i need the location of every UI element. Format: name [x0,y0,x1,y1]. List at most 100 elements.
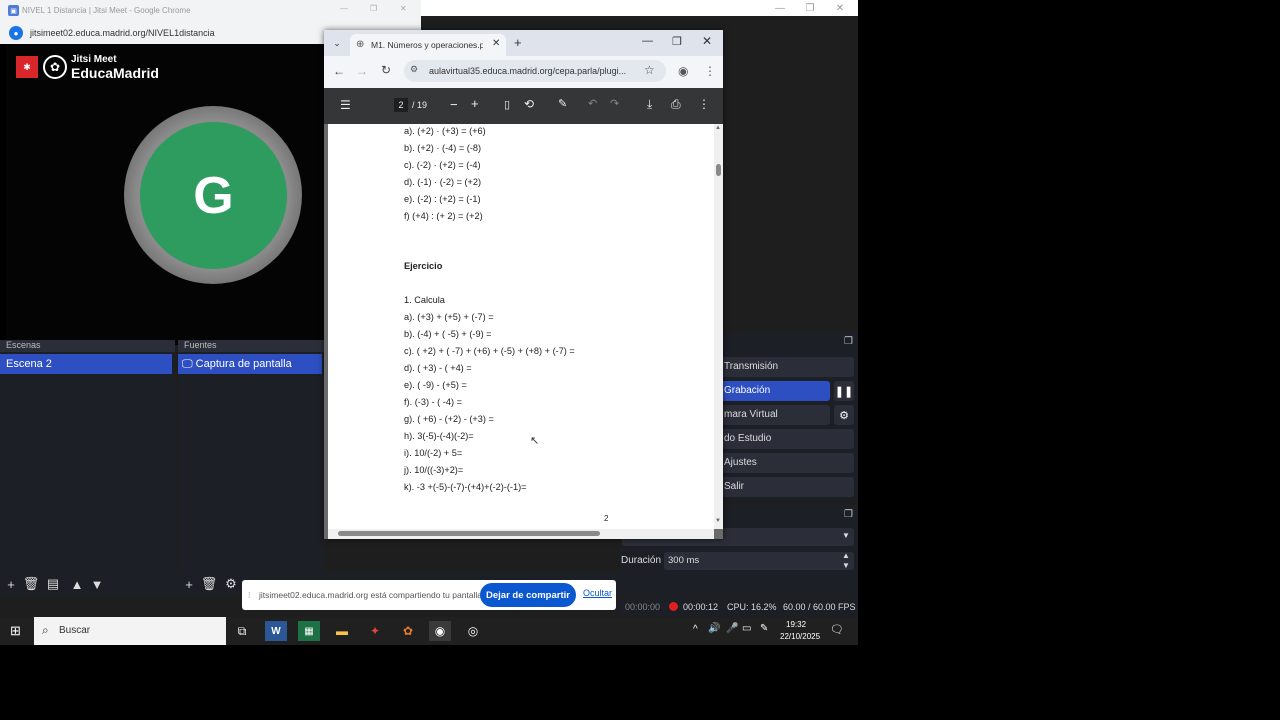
doc-line: b). (-4) + ( -5) + (-9) = [404,329,492,339]
jitsi-window-title: NIVEL 1 Distancia | Jitsi Meet - Google … [22,6,191,15]
doc-line: h). 3(-5)-(-4)(-2)= [404,431,474,441]
print-icon[interactable]: ⎙ [671,97,681,112]
fit-page-icon[interactable]: ▯ [504,98,510,111]
drag-handle-icon[interactable]: ⁞ [248,590,250,600]
more-icon[interactable]: ⋮ [698,97,710,111]
scenes-panel: Escena 2 [0,352,175,572]
arrow-down-icon[interactable]: ▼ [89,576,105,592]
tab-pdf[interactable]: ⊕ M1. Números y operaciones.pd ✕ [350,34,506,56]
add-source-icon[interactable]: + [181,576,197,592]
add-scene-icon[interactable]: + [3,576,19,592]
speaker-icon[interactable]: 🔊 [708,623,720,634]
close-icon[interactable]: ✕ [826,0,854,16]
recording-button[interactable]: Grabación [720,381,830,401]
pen-icon[interactable]: ✎ [760,623,768,634]
comunidad-madrid-logo-icon: ✱ [16,56,38,78]
duration-spinbox[interactable]: 300 ms ▲ ▼ [664,551,854,570]
vertical-scroll-thumb[interactable] [716,164,721,176]
logo-line2: EducaMadrid [71,65,159,81]
profile-icon[interactable]: ◉ [678,64,688,78]
app-icon[interactable]: ✿ [397,621,419,641]
close-icon[interactable]: ✕ [492,38,500,49]
maximize-icon[interactable]: ❐ [672,35,682,48]
doc-line: b). (+2) · (-4) = (-8) [404,143,482,153]
controls-panel: ❐ Transmisión Grabación ❚❚ mara Virtual … [720,332,858,500]
scene-item[interactable]: Escena 2 [0,354,172,374]
scroll-down-icon[interactable]: ▼ [715,518,721,524]
annotate-icon[interactable]: ✎ [558,97,567,110]
doc-line: a). (+3) + (+5) + (-7) = [404,312,494,322]
zoom-in-icon[interactable]: + [471,96,479,111]
stop-sharing-button[interactable]: Dejar de compartir [480,583,576,607]
maximize-icon[interactable]: ❐ [370,4,377,13]
undock-icon[interactable]: ❐ [844,509,853,520]
new-tab-icon[interactable]: + [514,35,522,50]
virtual-camera-button[interactable]: mara Virtual [720,405,830,425]
reload-icon[interactable]: ↻ [381,63,391,77]
vertical-scrollbar[interactable]: ▲ ▼ [714,124,723,529]
chevron-up-icon[interactable]: ▲ [842,551,850,560]
display-icon[interactable]: ▭ [742,623,751,634]
scroll-up-icon[interactable]: ▲ [715,125,721,131]
undock-icon[interactable]: ❐ [844,336,853,347]
chevron-down-icon[interactable]: ▼ [842,561,850,570]
pause-icon[interactable]: ❚❚ [834,381,854,401]
studio-mode-button[interactable]: do Estudio [720,429,854,449]
minimize-icon[interactable]: — [340,4,348,13]
pdf-url: aulavirtual35.educa.madrid.org/cepa.parl… [429,66,627,76]
windows-start-icon[interactable]: ⊞ [10,623,21,639]
horizontal-scroll-thumb[interactable] [338,531,600,536]
trash-icon[interactable]: 🗑 [23,576,40,592]
maximize-icon[interactable]: ❐ [796,0,824,16]
chrome-icon[interactable]: ◉ [429,621,451,641]
microphone-icon[interactable]: 🎤 [726,623,738,634]
site-info-icon[interactable]: ⚙ [410,64,418,75]
task-view-icon[interactable]: ⧉ [231,621,253,641]
hide-link[interactable]: Ocultar [583,588,612,598]
page-number-input[interactable]: 2 [394,98,408,112]
gear-icon[interactable]: ⚙ [834,405,854,425]
tab-search-icon[interactable]: ⌄ [330,36,344,50]
star-icon[interactable]: ☆ [644,63,655,77]
address-bar[interactable]: ⚙ aulavirtual35.educa.madrid.org/cepa.pa… [404,60,666,82]
clock-time[interactable]: 19:32 [786,620,806,629]
close-icon[interactable]: ✕ [400,4,407,13]
trash-icon[interactable]: 🗑 [201,576,218,592]
doc-line: c). (-2) · (+2) = (-4) [404,160,481,170]
back-icon[interactable]: ← [333,64,345,78]
clock-date[interactable]: 22/10/2025 [780,632,820,641]
notifications-icon[interactable]: 🗨 [830,623,844,636]
rec-time: 00:00:12 [683,602,719,612]
taskbar-search[interactable]: ⌕ Buscar [34,617,226,645]
download-icon[interactable]: ⤓ [647,97,652,112]
filter-icon[interactable]: ▤ [45,576,61,592]
settings-button[interactable]: Ajustes [720,453,854,473]
calculator-icon[interactable]: ▦ [298,621,320,641]
menu-icon[interactable]: ☰ [340,98,351,112]
app-icon[interactable]: ✦ [364,621,386,641]
gear-icon[interactable]: ⚙ [223,576,239,592]
close-icon[interactable]: ✕ [702,34,712,48]
arrow-up-icon[interactable]: ▲ [69,576,85,592]
file-explorer-icon[interactable]: ▬ [331,621,353,641]
avatar: G [140,122,287,269]
start-streaming-button[interactable]: Transmisión [720,357,854,377]
source-item-label: Captura de pantalla [195,358,292,370]
scenes-label: Escenas [6,340,41,350]
undo-icon[interactable]: ↶ [588,97,597,110]
more-icon[interactable]: ⋮ [704,64,716,78]
zoom-out-icon[interactable]: − [450,97,458,112]
exit-button[interactable]: Salir [720,477,854,497]
redo-icon[interactable]: ↷ [610,97,619,110]
rotate-icon[interactable]: ⟲ [524,97,534,111]
word-icon[interactable]: W [265,621,287,641]
horizontal-scrollbar[interactable] [328,529,714,539]
minimize-icon[interactable]: — [766,0,794,16]
minimize-icon[interactable]: — [642,35,653,47]
pdf-page: a). (+2) · (+3) = (+6) b). (+2) · (-4) =… [328,124,714,529]
source-item[interactable]: 🖵 Captura de pantalla [178,354,322,374]
forward-icon[interactable]: → [356,64,368,78]
monitor-icon: 🖵 [182,358,193,370]
obs-icon[interactable]: ◎ [462,621,484,641]
chevron-up-icon[interactable]: ^ [693,624,698,635]
